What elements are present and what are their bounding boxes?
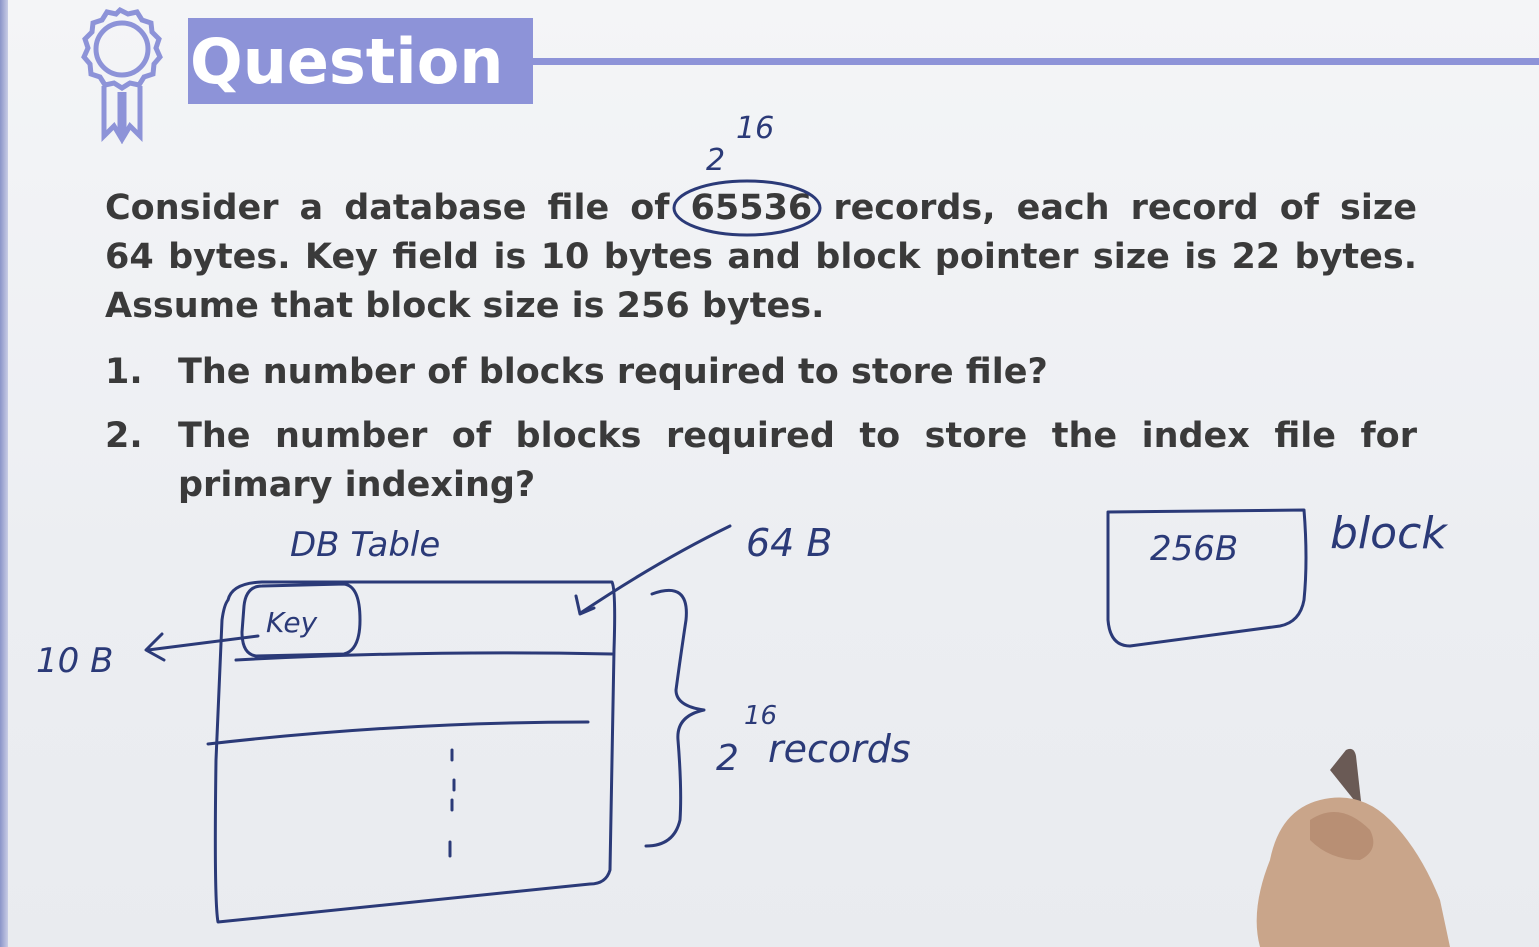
problem-line-1: Consider a database file of 65536 record… <box>105 184 1417 233</box>
problem-line-3: Assume that block size is 256 bytes. <box>105 286 825 326</box>
question-number-1: 1. <box>105 352 143 392</box>
question-text-1: The number of blocks required to store f… <box>178 348 1417 397</box>
page-title: Question <box>190 25 504 98</box>
question-item-1: 1. The number of blocks required to stor… <box>105 348 1417 397</box>
record-count-value: 65536 <box>690 188 813 228</box>
left-edge-strip <box>0 0 8 947</box>
question-item-2: 2. The number of blocks required to stor… <box>105 412 1417 510</box>
question-2-line-1: The number of blocks required to store t… <box>178 416 1417 456</box>
question-number-2: 2. <box>105 416 143 456</box>
award-badge-icon <box>81 6 163 144</box>
problem-line-2: 64 bytes. Key field is 10 bytes and bloc… <box>105 237 1417 277</box>
question-text-2: The number of blocks required to store t… <box>178 412 1417 510</box>
question-2-line-2: primary indexing? <box>178 465 536 505</box>
title-underline <box>533 58 1539 65</box>
problem-line-1-after: records, each record of size <box>833 188 1417 228</box>
question-1-line-1: The number of blocks required to store f… <box>178 352 1048 392</box>
problem-statement: Consider a database file of 65536 record… <box>105 184 1417 331</box>
problem-line-1-before: Consider a database file of <box>105 188 670 228</box>
presenter-hand <box>1256 748 1450 947</box>
